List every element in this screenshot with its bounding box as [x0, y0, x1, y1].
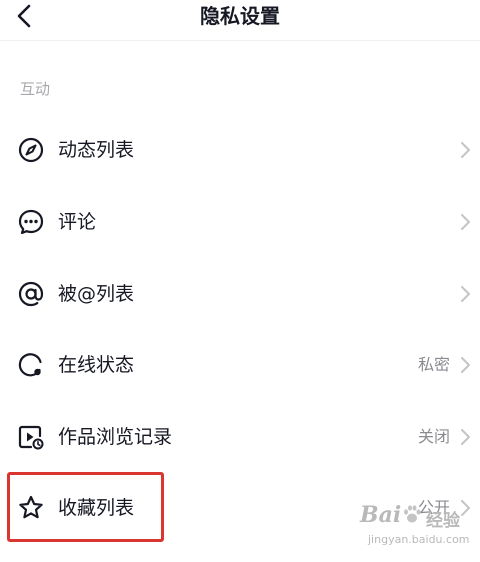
- watermark: Bai 经验 jingyan.baidu.com: [360, 500, 472, 550]
- setting-value: 私密: [417, 355, 450, 374]
- setting-row-feed-list[interactable]: 动态列表: [0, 122, 480, 178]
- comment-icon: [18, 209, 44, 235]
- setting-row-view-history[interactable]: 作品浏览记录 关闭: [0, 409, 480, 465]
- at-icon: [18, 281, 44, 307]
- chevron-right-icon: [461, 357, 470, 373]
- compass-icon: [18, 137, 44, 163]
- setting-label: 动态列表: [58, 139, 135, 161]
- setting-row-mentions[interactable]: 被@列表: [0, 266, 480, 322]
- watermark-url: jingyan.baidu.com: [368, 533, 470, 546]
- chevron-right-icon: [461, 429, 470, 445]
- paw-icon: [404, 505, 421, 523]
- highlight-box: [7, 472, 164, 542]
- watermark-suffix: 经验: [426, 511, 460, 531]
- chevron-right-icon: [461, 214, 470, 230]
- setting-label: 被@列表: [58, 283, 135, 305]
- chevron-right-icon: [461, 142, 470, 158]
- setting-label: 作品浏览记录: [58, 426, 173, 448]
- page-title: 隐私设置: [200, 4, 280, 28]
- setting-label: 评论: [58, 211, 97, 233]
- watermark-brand: Bai: [360, 502, 402, 528]
- video-history-icon: [18, 425, 44, 450]
- setting-row-comments[interactable]: 评论: [0, 194, 480, 250]
- setting-value: 关闭: [417, 427, 450, 446]
- chevron-right-icon: [461, 286, 470, 302]
- section-title: 互动: [20, 80, 51, 98]
- setting-label: 在线状态: [58, 354, 135, 376]
- online-status-icon: [18, 353, 42, 377]
- setting-row-online-status[interactable]: 在线状态 私密: [0, 337, 480, 393]
- nav-bar: 隐私设置: [0, 0, 480, 41]
